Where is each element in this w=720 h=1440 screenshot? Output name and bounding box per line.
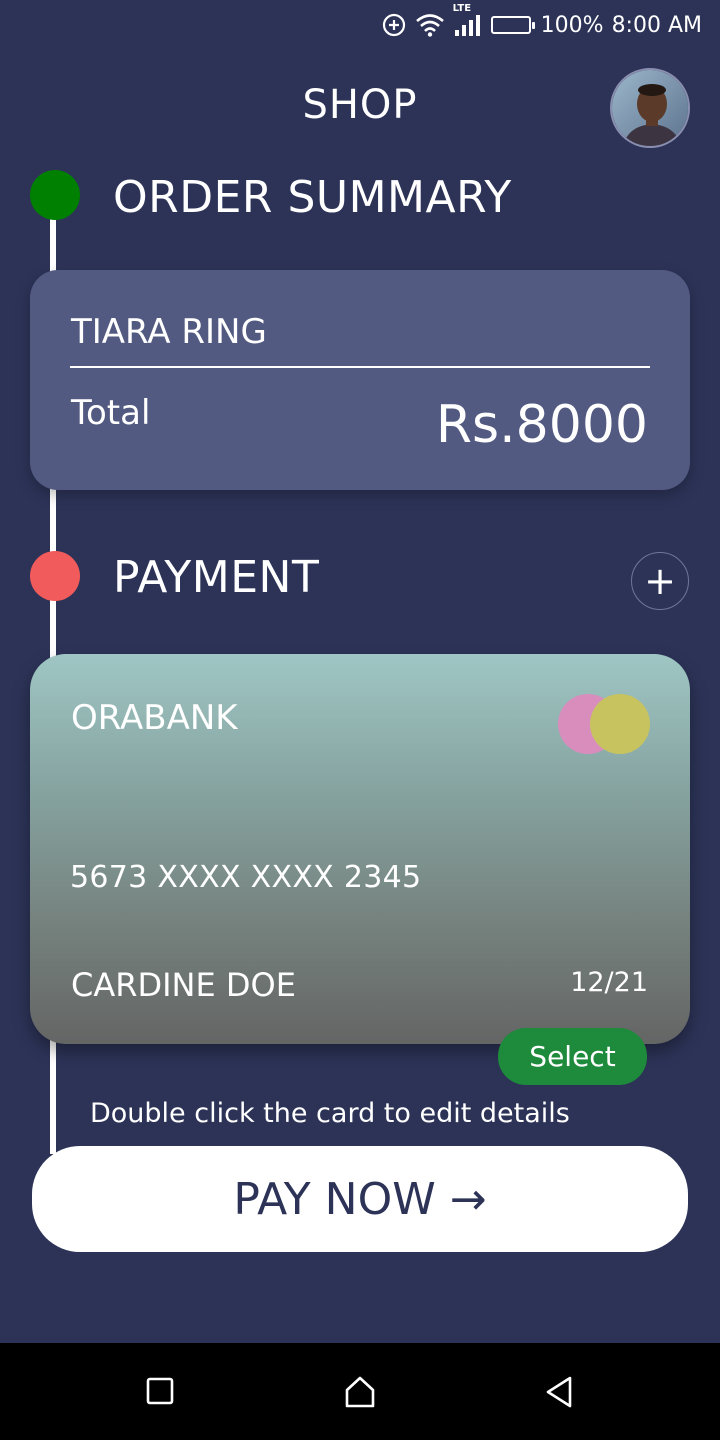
battery-percent: 100% (540, 12, 604, 38)
edit-hint-text: Double click the card to edit details (90, 1098, 570, 1129)
plus-icon: + (644, 559, 676, 603)
summary-divider (70, 366, 650, 368)
order-item-name: TIARA RING (71, 312, 267, 352)
payment-status-dot (30, 551, 80, 601)
total-label: Total (71, 393, 151, 433)
wifi-icon (415, 13, 445, 37)
select-button-label: Select (529, 1040, 616, 1073)
network-type-label: LTE (452, 3, 472, 14)
back-icon[interactable] (543, 1374, 575, 1414)
signal-icon: LTE (453, 3, 483, 37)
data-saver-icon (381, 12, 407, 38)
pay-now-label: PAY NOW (233, 1173, 436, 1225)
card-number: 5673 XXXX XXXX 2345 (70, 860, 422, 895)
payment-title: PAYMENT (113, 552, 320, 603)
user-avatar[interactable] (610, 68, 690, 148)
status-bar: LTE 100% 8:00 AM (0, 0, 720, 50)
recent-apps-icon[interactable] (145, 1374, 175, 1412)
order-summary-card (30, 270, 690, 490)
select-card-button[interactable]: Select (498, 1028, 647, 1085)
card-network-logo-icon-overlap (590, 694, 650, 754)
home-icon[interactable] (343, 1374, 377, 1414)
clock: 8:00 AM (611, 12, 702, 38)
battery-icon (490, 16, 535, 34)
order-summary-status-dot (30, 170, 80, 220)
order-summary-title: ORDER SUMMARY (113, 172, 512, 223)
pay-now-button[interactable]: PAY NOW → (32, 1146, 688, 1252)
card-bank-name: ORABANK (71, 698, 238, 738)
card-expiry: 12/21 (570, 967, 648, 998)
total-value: Rs.8000 (435, 395, 648, 455)
add-card-button[interactable]: + (631, 552, 689, 610)
arrow-right-icon: → (449, 1173, 487, 1225)
card-holder-name: CARDINE DOE (71, 966, 296, 1004)
